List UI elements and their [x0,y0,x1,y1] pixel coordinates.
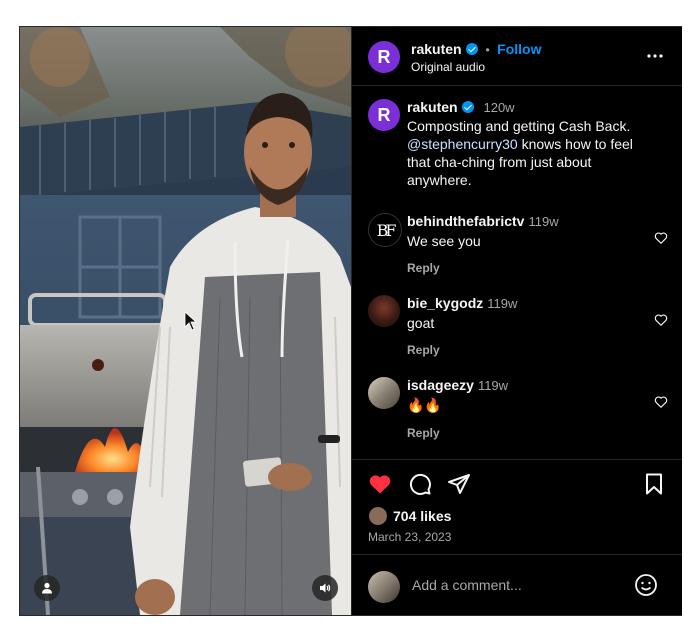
user-icon [42,582,52,594]
separator-dot: • [485,43,490,57]
post-dialog: R rakuten • Follow Original audio R raku… [20,27,682,615]
comment-username[interactable]: behindthefabrictv [407,213,524,229]
post-side-panel: R rakuten • Follow Original audio R raku… [351,27,682,615]
heart-filled-icon[interactable] [368,472,392,496]
emoji-icon[interactable] [634,573,658,597]
commenter-avatar[interactable] [368,295,400,327]
caption-line: Composting and getting Cash Back. [407,118,631,134]
comment-text: goat [407,315,435,331]
video-frame-illustration [20,27,351,615]
paper-plane-icon[interactable] [447,472,471,496]
comment-icon[interactable] [408,472,432,496]
caption-author-avatar[interactable]: R [368,99,400,131]
likes-count[interactable]: 704 likes [368,506,451,526]
caption-text: Composting and getting Cash Back. @steph… [407,117,657,189]
comment-time[interactable]: 119w [528,214,558,229]
reply-button[interactable]: Reply [407,261,647,275]
post-video[interactable] [20,27,351,615]
mention-link[interactable]: @stephencurry30 [407,136,518,152]
add-comment-input[interactable]: Add a comment... [412,577,522,593]
post-header: R rakuten • Follow Original audio [352,27,682,86]
author-username[interactable]: rakuten [411,41,462,57]
post-actions: 704 likes March 23, 2023 [352,459,682,554]
heart-outline-icon[interactable] [654,395,668,409]
avatar-letter: R [377,46,391,67]
heart-outline-icon[interactable] [654,231,668,245]
comment-time[interactable]: 119w [487,296,517,311]
verified-badge-icon [466,43,479,55]
caption-time[interactable]: 120w [483,100,514,115]
comment-text: We see you [407,233,481,249]
avatar-letter: R [377,104,391,125]
tagged-users-button[interactable] [34,575,60,601]
follow-button[interactable]: Follow [497,41,541,57]
bookmark-icon[interactable] [642,472,666,496]
avatar-monogram: BF [376,220,397,240]
comment-username[interactable]: isdageezy [407,377,474,393]
heart-outline-icon[interactable] [654,313,668,327]
caption-username[interactable]: rakuten [407,99,458,115]
reply-button[interactable]: Reply [407,426,647,440]
likes-text: 704 likes [393,508,452,524]
speaker-icon [320,583,331,593]
verified-badge-icon [462,101,475,113]
comment-text: 🔥🔥 [407,397,442,413]
reply-button[interactable]: Reply [407,343,647,357]
commenter-avatar[interactable]: BF [368,213,402,247]
more-horizontal-icon[interactable] [646,47,664,65]
current-user-avatar [368,571,400,603]
liker-avatar [368,506,388,526]
add-comment-bar: Add a comment... [352,554,682,616]
post-date: March 23, 2023 [368,530,452,544]
comment-time[interactable]: 119w [478,378,508,393]
audio-toggle-button[interactable] [312,575,338,601]
commenter-avatar[interactable] [368,377,400,409]
author-avatar[interactable]: R [368,41,400,73]
original-audio-link[interactable]: Original audio [411,60,485,74]
comment-username[interactable]: bie_kygodz [407,295,483,311]
header-title-row: rakuten • Follow [411,41,541,59]
